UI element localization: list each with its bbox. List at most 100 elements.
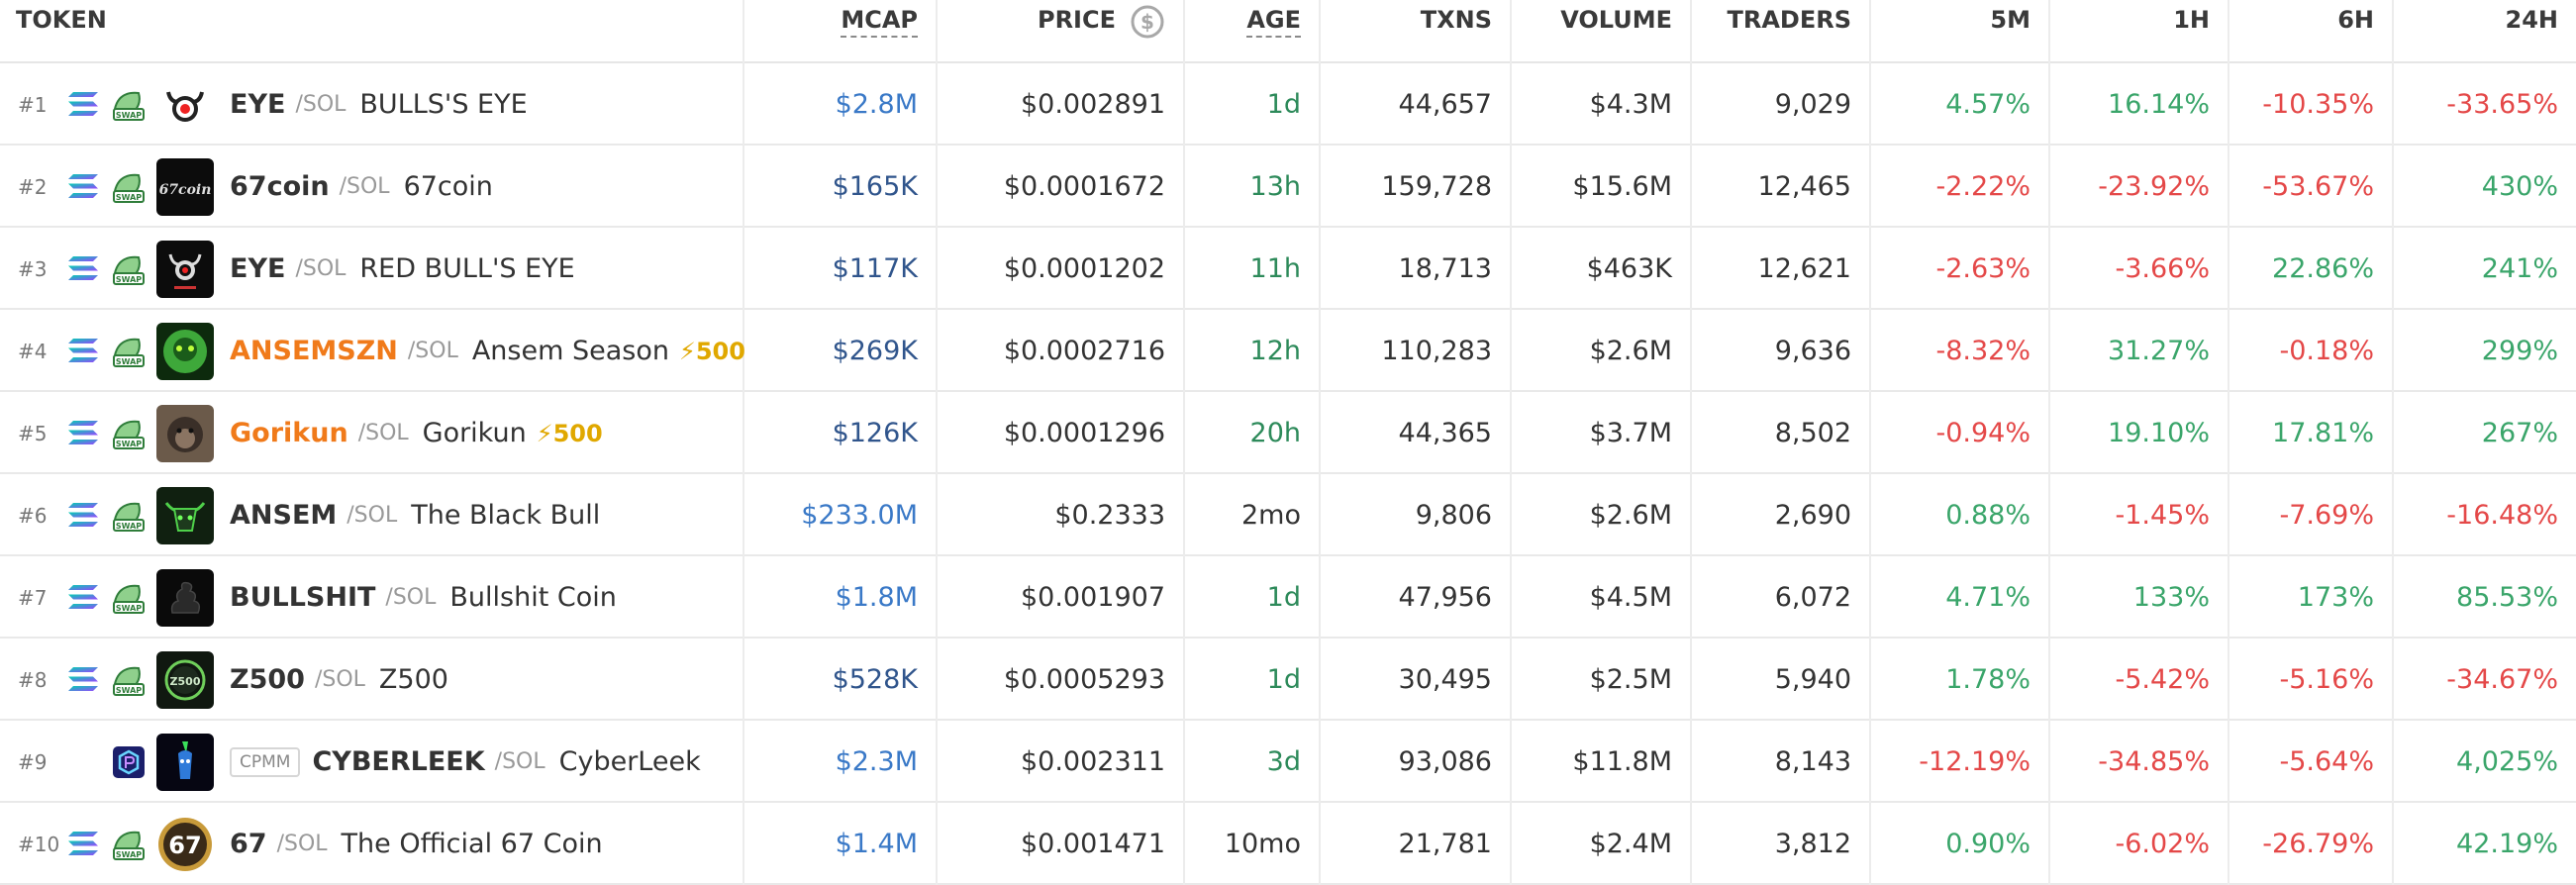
- mcap-cell: $2.3M: [744, 721, 938, 803]
- traders-cell: 8,502: [1692, 392, 1871, 474]
- token-cell[interactable]: #4 SWAP ANSEMSZN /SOL Ansem Season ⚡500: [0, 310, 745, 392]
- token-cell[interactable]: #5 SWAP Gorikun /SOL Gorikun ⚡500: [0, 392, 744, 474]
- rank: #10: [18, 832, 60, 856]
- volume-cell: $2.4M: [1512, 803, 1692, 885]
- volume-cell: $3.7M: [1512, 392, 1692, 474]
- table-row-6[interactable]: #6 SWAP ANSEM /SOL The Black Bull $233.0…: [0, 474, 2576, 556]
- header-txns[interactable]: TXNS: [1321, 0, 1512, 63]
- table-row-10[interactable]: #10 SWAP 67 67 /SOL The Official 67 Coin…: [0, 803, 2576, 885]
- token-cell[interactable]: #10 SWAP 67 67 /SOL The Official 67 Coin: [0, 803, 744, 885]
- boost-badge: ⚡500: [679, 338, 745, 365]
- token-cell[interactable]: #3 SWAP EYE /SOL RED BULL'S EYE: [0, 228, 744, 310]
- token-symbol[interactable]: 67coin: [230, 171, 330, 202]
- swap-icon[interactable]: SWAP: [111, 498, 147, 534]
- header-price[interactable]: PRICE $: [938, 0, 1185, 63]
- table-row-3[interactable]: #3 SWAP EYE /SOL RED BULL'S EYE $117K $0…: [0, 228, 2576, 310]
- swap-icon[interactable]: SWAP: [111, 827, 147, 862]
- token-full-name: RED BULL'S EYE: [359, 253, 575, 284]
- header-age[interactable]: AGE: [1185, 0, 1321, 63]
- change-5m-cell: -2.22%: [1871, 146, 2050, 228]
- swap-icon[interactable]: SWAP: [111, 416, 147, 451]
- token-cell[interactable]: #9 CPMM CYBERLEEK /SOL CyberLeek: [0, 721, 744, 803]
- header-5m[interactable]: 5M: [1871, 0, 2050, 63]
- swap-icon[interactable]: SWAP: [111, 169, 147, 205]
- header-txns-label: TXNS: [1420, 6, 1492, 34]
- volume-cell: $4.3M: [1512, 63, 1692, 146]
- table-row-5[interactable]: #5 SWAP Gorikun /SOL Gorikun ⚡500 $126K …: [0, 392, 2576, 474]
- price-cell: $0.002891: [938, 63, 1185, 146]
- token-symbol[interactable]: BULLSHIT: [230, 582, 375, 613]
- table-row-7[interactable]: #7 SWAP BULLSHIT /SOL Bullshit Coin $1.8…: [0, 556, 2576, 639]
- token-symbol[interactable]: Gorikun: [230, 418, 348, 448]
- price-cell: $0.0002716: [938, 310, 1185, 392]
- table-row-9[interactable]: #9 CPMM CYBERLEEK /SOL CyberLeek $2.3M $…: [0, 721, 2576, 803]
- change-5m-cell: 4.57%: [1871, 63, 2050, 146]
- change-6h-cell: 173%: [2229, 556, 2394, 639]
- solana-icon: [67, 420, 99, 445]
- header-5m-label: 5M: [1990, 6, 2031, 34]
- quote-pair: /SOL: [385, 585, 437, 610]
- header-traders[interactable]: TRADERS: [1692, 0, 1871, 63]
- age-cell: 13h: [1185, 146, 1321, 228]
- change-1h-cell: 16.14%: [2050, 63, 2229, 146]
- boost-badge: ⚡500: [537, 420, 603, 447]
- change-1h-cell: -3.66%: [2050, 228, 2229, 310]
- header-mcap[interactable]: MCAP: [744, 0, 938, 63]
- token-symbol[interactable]: EYE: [230, 89, 285, 120]
- txns-cell: 159,728: [1321, 146, 1512, 228]
- quote-pair: /SOL: [347, 503, 398, 528]
- svg-text:SWAP: SWAP: [116, 850, 142, 859]
- header-24h[interactable]: 24H: [2394, 0, 2576, 63]
- token-symbol[interactable]: Z500: [230, 664, 305, 695]
- swap-icon[interactable]: SWAP: [111, 251, 147, 287]
- quote-pair: /SOL: [314, 667, 365, 692]
- age-cell: 10mo: [1185, 803, 1321, 885]
- price-cell: $0.0001672: [938, 146, 1185, 228]
- svg-text:SWAP: SWAP: [116, 357, 142, 366]
- token-cell[interactable]: #2 SWAP 67coin 67coin /SOL 67coin: [0, 146, 744, 228]
- table-row-4[interactable]: #4 SWAP ANSEMSZN /SOL Ansem Season ⚡500: [0, 310, 2576, 392]
- token-symbol[interactable]: ANSEMSZN: [230, 336, 398, 366]
- traders-cell: 6,072: [1692, 556, 1871, 639]
- table-body: #1 SWAP EYE /SOL BULLS'S EYE $2.8M $0.00…: [0, 63, 2576, 885]
- header-token[interactable]: TOKEN: [0, 0, 744, 63]
- token-symbol[interactable]: ANSEM: [230, 500, 337, 531]
- ansem-season-avatar: [156, 323, 214, 380]
- change-24h-cell: -33.65%: [2446, 89, 2558, 120]
- svg-text:SWAP: SWAP: [116, 440, 142, 448]
- change-5m-cell: -8.32%: [1871, 310, 2050, 392]
- token-cell[interactable]: #8 SWAP Z500 Z500 /SOL Z500: [0, 639, 744, 721]
- svg-text:SWAP: SWAP: [116, 604, 142, 613]
- table-row-1[interactable]: #1 SWAP EYE /SOL BULLS'S EYE $2.8M $0.00…: [0, 63, 2576, 146]
- token-symbol[interactable]: CYBERLEEK: [312, 746, 484, 777]
- token-cell[interactable]: #6 SWAP ANSEM /SOL The Black Bull: [0, 474, 744, 556]
- token-full-name: BULLS'S EYE: [359, 89, 528, 120]
- token-cell[interactable]: #7 SWAP BULLSHIT /SOL Bullshit Coin: [0, 556, 744, 639]
- swap-icon[interactable]: SWAP: [111, 580, 147, 616]
- table-row-2[interactable]: #2 SWAP 67coin 67coin /SOL 67coin $165K …: [0, 146, 2576, 228]
- swap-icon[interactable]: SWAP: [111, 334, 147, 369]
- age-cell: 2mo: [1185, 474, 1321, 556]
- table-row-8[interactable]: #8 SWAP Z500 Z500 /SOL Z500 $528K $0.000…: [0, 639, 2576, 721]
- mcap-cell: $117K: [744, 228, 938, 310]
- swap-icon[interactable]: SWAP: [111, 87, 147, 123]
- quote-pair: /SOL: [276, 832, 328, 856]
- header-24h-label: 24H: [2505, 6, 2558, 34]
- header-6h[interactable]: 6H: [2229, 0, 2394, 63]
- txns-cell: 30,495: [1321, 639, 1512, 721]
- change-24h-cell: 267%: [2481, 418, 2558, 448]
- traders-cell: 2,690: [1692, 474, 1871, 556]
- token-name-group: CPMM CYBERLEEK /SOL CyberLeek: [230, 721, 701, 803]
- price-cell: $0.2333: [938, 474, 1185, 556]
- change-5m-cell: 0.88%: [1871, 474, 2050, 556]
- token-cell[interactable]: #1 SWAP EYE /SOL BULLS'S EYE: [0, 63, 744, 146]
- token-name-group: Gorikun /SOL Gorikun ⚡500: [230, 392, 603, 474]
- swap-icon[interactable]: SWAP: [111, 662, 147, 698]
- raydium-icon[interactable]: [111, 744, 147, 780]
- token-symbol[interactable]: 67: [230, 829, 267, 859]
- header-1h[interactable]: 1H: [2050, 0, 2229, 63]
- token-symbol[interactable]: EYE: [230, 253, 285, 284]
- header-volume[interactable]: VOLUME: [1512, 0, 1692, 63]
- dollar-circle-icon[interactable]: $: [1130, 4, 1165, 46]
- age-cell: 1d: [1185, 639, 1321, 721]
